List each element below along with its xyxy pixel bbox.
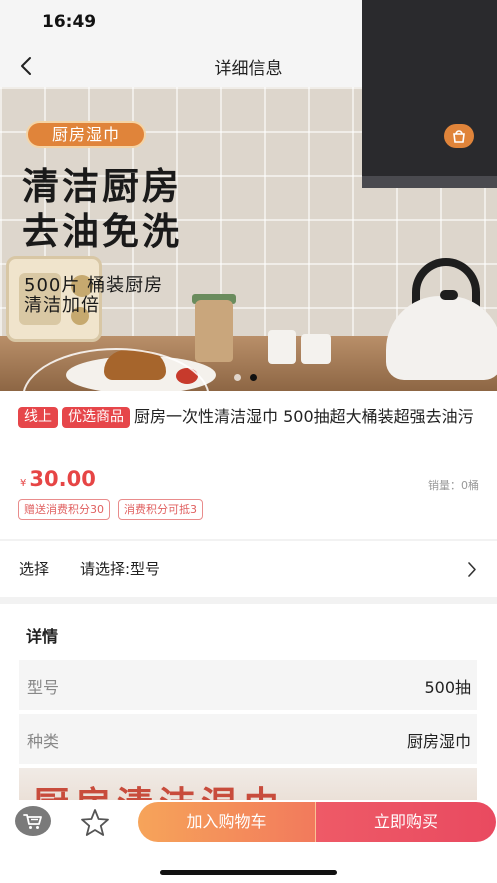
details-heading: 详情 bbox=[26, 627, 59, 646]
price: ¥ 30.00 bbox=[20, 467, 96, 491]
home-indicator bbox=[160, 870, 337, 875]
cart-icon bbox=[23, 813, 42, 829]
purchase-actions: 加入购物车 立即购买 bbox=[138, 802, 496, 842]
detail-image: 厨房清洁湿巾 bbox=[19, 768, 477, 804]
hero-range-hood-edge bbox=[362, 176, 497, 188]
option-value: 请选择:型号 bbox=[80, 560, 161, 578]
star-icon[interactable] bbox=[78, 806, 112, 840]
option-label: 选择 bbox=[19, 560, 50, 578]
points-badges: 赠送消费积分30 消费积分可抵3 bbox=[18, 499, 203, 520]
price-value: 30.00 bbox=[29, 467, 96, 491]
hero-kettle-knob bbox=[440, 290, 458, 300]
product-name: 厨房一次性清洁湿巾 500抽超大桶装超强去油污 bbox=[134, 407, 474, 426]
buy-now-button[interactable]: 立即购买 bbox=[316, 802, 496, 842]
product-info: 线上 优选商品 厨房一次性清洁湿巾 500抽超大桶装超强去油污 ¥ 30.00 销量… bbox=[0, 391, 497, 539]
hero-badge: 厨房湿巾 bbox=[26, 121, 146, 148]
spec-row: 种类 厨房湿巾 bbox=[19, 714, 477, 764]
price-currency: ¥ bbox=[20, 478, 27, 489]
hero-range-hood bbox=[362, 0, 497, 188]
tag-featured: 优选商品 bbox=[62, 407, 130, 428]
hero-subline: 清洁加倍 bbox=[24, 295, 100, 316]
option-selector[interactable]: 选择 请选择:型号 bbox=[0, 541, 497, 597]
chevron-right-icon bbox=[468, 562, 476, 577]
spec-value: 500抽 bbox=[424, 678, 471, 697]
points-deduct-badge: 消费积分可抵3 bbox=[118, 499, 203, 520]
status-time: 16:49 bbox=[42, 12, 97, 32]
tag-online: 线上 bbox=[18, 407, 58, 428]
carousel-dot[interactable] bbox=[234, 374, 241, 381]
product-title: 线上 优选商品 厨房一次性清洁湿巾 500抽超大桶装超强去油污 bbox=[18, 405, 480, 429]
details-section: 详情 型号 500抽 种类 厨房湿巾 厨房清洁湿巾 bbox=[0, 604, 497, 804]
cart-button[interactable] bbox=[15, 806, 51, 836]
spec-key: 型号 bbox=[27, 678, 60, 697]
add-to-cart-button[interactable]: 加入购物车 bbox=[138, 802, 316, 842]
spec-value: 厨房湿巾 bbox=[406, 732, 471, 751]
hero-headline: 清洁厨房 bbox=[22, 165, 182, 208]
spec-key: 种类 bbox=[27, 732, 60, 751]
sales-count: 销量：0桶 bbox=[428, 479, 479, 492]
hero-cup bbox=[301, 334, 331, 364]
spec-row: 型号 500抽 bbox=[19, 660, 477, 710]
bucket-icon bbox=[444, 124, 474, 148]
hero-cup bbox=[268, 330, 296, 364]
carousel-dot-active[interactable] bbox=[250, 374, 257, 381]
hero-headline: 去油免洗 bbox=[22, 210, 182, 253]
hero-subline: 500片 桶装厨房 bbox=[24, 275, 164, 296]
points-earn-badge: 赠送消费积分30 bbox=[18, 499, 110, 520]
carousel-dots bbox=[234, 374, 257, 381]
hero-jar bbox=[195, 300, 233, 362]
section-divider bbox=[0, 597, 497, 604]
